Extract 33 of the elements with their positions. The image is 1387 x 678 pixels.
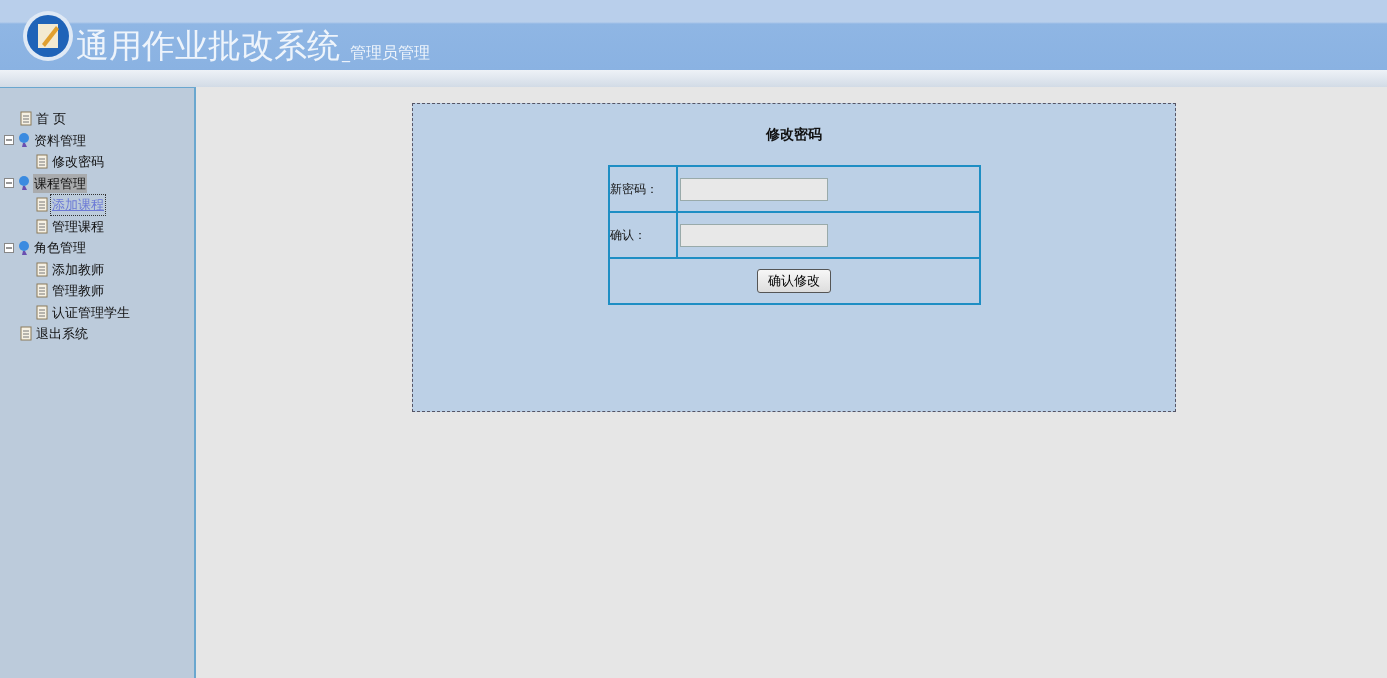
- password-field[interactable]: [679, 177, 828, 201]
- tree-item[interactable]: 退出系统: [35, 324, 89, 344]
- document-icon: [20, 326, 32, 342]
- computer-icon: [17, 132, 30, 149]
- computer-icon: [17, 175, 30, 192]
- document-icon: [20, 111, 32, 127]
- collapse-icon[interactable]: [4, 178, 14, 189]
- collapse-icon[interactable]: [4, 242, 14, 253]
- field-label: 新密码：: [609, 182, 658, 196]
- tree-item[interactable]: 资料管理: [33, 130, 87, 150]
- password-field[interactable]: [679, 223, 828, 247]
- document-icon: [36, 304, 48, 320]
- app-title: 通用作业批改系统: [76, 29, 340, 62]
- document-icon: [36, 154, 48, 170]
- tree-item[interactable]: 管理课程: [51, 216, 105, 236]
- tree-item[interactable]: 管理教师: [51, 281, 105, 301]
- form-title: 修改密码: [766, 125, 822, 144]
- document-icon: [36, 261, 48, 277]
- document-icon: [36, 218, 48, 234]
- field-label: 确认：: [609, 228, 646, 242]
- tree-item[interactable]: 添加教师: [51, 259, 105, 279]
- document-icon: [36, 197, 48, 213]
- tree-item[interactable]: 修改密码: [51, 152, 105, 172]
- tree-item[interactable]: 认证管理学生: [51, 302, 131, 322]
- tree-item[interactable]: 首 页: [35, 109, 68, 129]
- submit-button[interactable]: 确认修改: [757, 269, 831, 293]
- logo-icon: [22, 10, 74, 62]
- document-icon: [36, 283, 48, 299]
- computer-icon: [17, 239, 30, 256]
- collapse-icon[interactable]: [4, 135, 14, 146]
- page-subtitle: _管理员管理: [342, 45, 430, 61]
- tree-item[interactable]: 课程管理: [33, 173, 87, 193]
- tree-item[interactable]: 角色管理: [33, 238, 87, 258]
